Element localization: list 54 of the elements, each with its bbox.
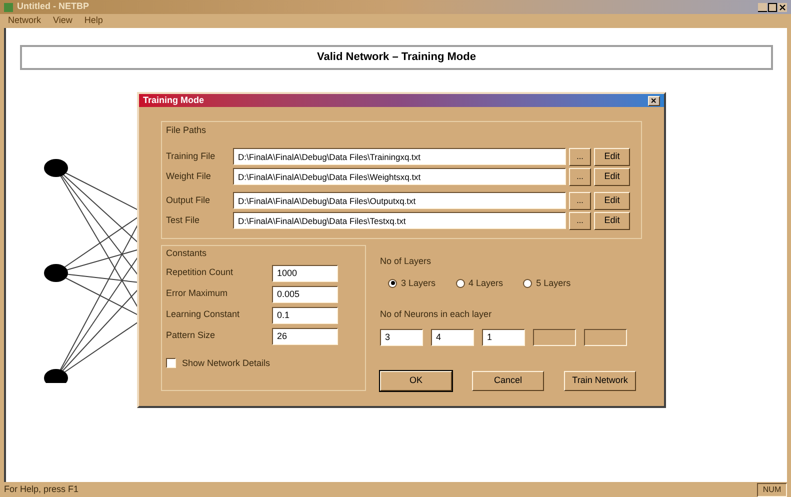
field-label: Training File	[166, 150, 216, 163]
close-icon[interactable]	[778, 2, 787, 12]
menu-item[interactable]: Network	[8, 14, 42, 28]
radio-label: 3 Layers	[401, 276, 436, 290]
constant-field[interactable]: 0.005	[272, 286, 338, 302]
menu-item[interactable]: View	[53, 14, 72, 28]
edit-button[interactable]: Edit	[594, 168, 630, 186]
field-label: Weight File	[166, 170, 212, 183]
constant-field[interactable]: 0.1	[272, 306, 338, 324]
group-label: Constants	[166, 247, 208, 260]
field-label: Learning Constant	[166, 308, 241, 322]
app-icon	[4, 2, 13, 12]
edit-button[interactable]: Edit	[594, 192, 630, 210]
field-label: Error Maximum	[166, 287, 229, 300]
checkbox-label: Show Network Details	[182, 356, 270, 370]
dialog-button[interactable]: OK	[380, 370, 452, 390]
status-indicator: NUM	[757, 482, 787, 496]
file-path-field[interactable]: D:\FinalA\FinalA\Debug\Data Files\Weightsxq.txt	[233, 168, 566, 185]
file-path-field[interactable]: D:\FinalA\FinalA\Debug\Data Files\Testxq.txt	[233, 212, 566, 229]
edit-button[interactable]: Edit	[594, 148, 630, 166]
minimize-icon[interactable]	[758, 2, 767, 12]
neuron-count-field[interactable]: 4	[431, 328, 474, 346]
maximize-icon[interactable]	[768, 2, 777, 12]
neuron-count-field[interactable]: 3	[380, 328, 423, 346]
edit-button[interactable]: Edit	[594, 212, 630, 230]
constant-field[interactable]: 1000	[272, 264, 338, 282]
dialog-button[interactable]: Cancel	[472, 370, 544, 390]
constant-field[interactable]: 26	[272, 328, 338, 344]
dialog-title: Training Mode	[143, 94, 204, 107]
checkbox[interactable]	[166, 358, 176, 368]
dialog-button[interactable]: Train Network	[564, 370, 636, 390]
menu-item[interactable]: Help	[84, 14, 103, 28]
group-label: File Paths	[166, 124, 208, 137]
group-label: No of Layers	[380, 255, 432, 268]
status-text: For Help, press F1	[4, 482, 79, 496]
neuron-count-field[interactable]: 1	[482, 328, 525, 346]
field-label: Test File	[166, 214, 201, 227]
group-label: No of Neurons in each layer	[380, 308, 493, 321]
radio-button[interactable]	[456, 278, 465, 288]
field-label: Output File	[166, 194, 212, 207]
browse-button[interactable]: ...	[569, 148, 591, 166]
window-title: Untitled - NETBP	[17, 0, 89, 14]
radio-button[interactable]	[523, 278, 532, 288]
field-label: Pattern Size	[166, 329, 216, 342]
radio-label: 4 Layers	[468, 276, 504, 290]
mode-heading: Valid Network – Training Mode	[20, 45, 773, 70]
radio-label: 5 Layers	[536, 276, 571, 290]
browse-button[interactable]: ...	[569, 212, 591, 230]
browse-button[interactable]: ...	[569, 168, 591, 186]
field-label: Repetition Count	[166, 266, 234, 280]
file-path-field[interactable]: D:\FinalA\FinalA\Debug\Data Files\Trainingxq.txt	[233, 148, 566, 165]
radio-button[interactable]	[388, 278, 397, 288]
browse-button[interactable]: ...	[569, 192, 591, 210]
file-path-field[interactable]: D:\FinalA\FinalA\Debug\Data Files\Outputxq.txt	[233, 192, 566, 209]
